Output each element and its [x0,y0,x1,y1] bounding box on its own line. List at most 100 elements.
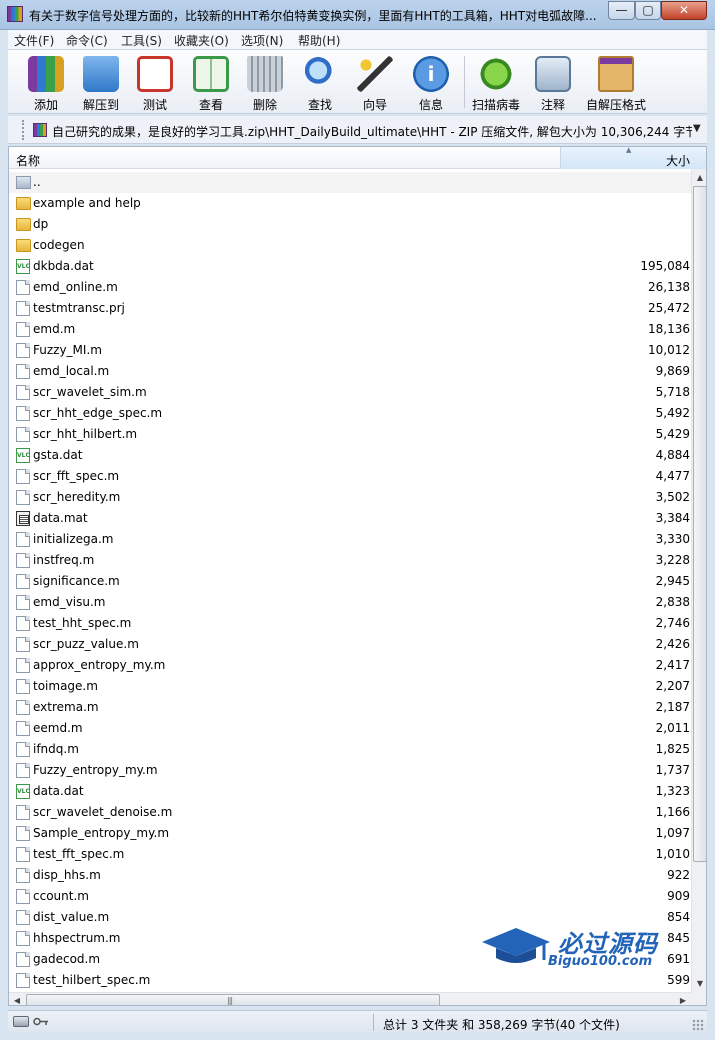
file-icon [16,364,30,379]
sfx-button[interactable]: 自解压格式 [586,54,646,112]
menu-options[interactable]: 选项(N) [241,32,283,49]
menu-help[interactable]: 帮助(H) [298,32,340,49]
file-row[interactable]: emd.m 18,136 [9,319,691,340]
file-name: testmtransc.prj [33,301,125,315]
file-size: 1,010 [655,847,690,861]
file-row[interactable]: test_fft_spec.m 1,010 [9,844,691,865]
file-row[interactable]: initializega.m 3,330 [9,529,691,550]
test-button[interactable]: 测试 [130,54,180,112]
folder-row[interactable]: codegen [9,235,691,256]
file-row[interactable]: VLC data.dat 1,323 [9,781,691,802]
winrar-app-icon[interactable] [7,6,23,22]
column-size-header[interactable]: 大小 ▲ [560,147,706,169]
parent-dir-row[interactable]: .. [9,172,691,193]
scroll-right-icon[interactable]: ▶ [675,993,691,1005]
folder-icon [16,239,31,252]
folder-row[interactable]: dp [9,214,691,235]
file-row[interactable]: VLC dkbda.dat 195,084 [9,256,691,277]
file-row[interactable]: Fuzzy_entropy_my.m 1,737 [9,760,691,781]
file-name: example and help [33,196,141,210]
drive-icon[interactable] [13,1016,29,1027]
menu-file[interactable]: 文件(F) [14,32,54,49]
minimize-button[interactable]: — [608,1,635,20]
file-name: emd_online.m [33,280,118,294]
column-name-header[interactable]: 名称 [16,152,40,169]
file-row[interactable]: extrema.m 2,187 [9,697,691,718]
address-grip[interactable] [22,120,25,140]
add-button[interactable]: 添加 [21,54,71,112]
file-size: 9,869 [655,364,690,378]
file-row[interactable]: scr_hht_hilbert.m 5,429 [9,424,691,445]
file-row[interactable]: emd_visu.m 2,838 [9,592,691,613]
file-icon [16,658,30,673]
scroll-up-icon[interactable]: ▲ [692,169,706,186]
folder-row[interactable]: example and help [9,193,691,214]
scan-virus-button[interactable]: 扫描病毒 [471,54,521,112]
file-row[interactable]: scr_wavelet_denoise.m 1,166 [9,802,691,823]
vertical-scroll-thumb[interactable] [693,186,706,862]
file-row[interactable]: scr_wavelet_sim.m 5,718 [9,382,691,403]
file-row[interactable]: eemd.m 2,011 [9,718,691,739]
file-row[interactable]: ifndq.m 1,825 [9,739,691,760]
file-row[interactable]: approx_entropy_my.m 2,417 [9,655,691,676]
media-file-icon: VLC [16,784,30,799]
find-button[interactable]: 查找 [295,54,345,112]
horizontal-scrollbar[interactable]: ◀ ||| ▶ [9,992,691,1005]
file-row[interactable]: Sample_entropy_my.m 1,097 [9,823,691,844]
file-row[interactable]: scr_hht_edge_spec.m 5,492 [9,403,691,424]
close-button[interactable]: ✕ [661,1,707,20]
file-name: ifndq.m [33,742,79,756]
resize-grip-icon[interactable] [692,1019,704,1031]
file-row[interactable]: scr_fft_spec.m 4,477 [9,466,691,487]
graduation-cap-icon [482,928,550,963]
trash-icon [247,56,283,92]
file-icon [16,805,30,820]
menu-favorites[interactable]: 收藏夹(O) [174,32,229,49]
file-row[interactable]: test_hht_spec.m 2,746 [9,613,691,634]
extract-to-button[interactable]: 解压到 [76,54,126,112]
file-name: data.dat [33,784,84,798]
file-row[interactable]: Fuzzy_MI.m 10,012 [9,340,691,361]
delete-button[interactable]: 删除 [240,54,290,112]
file-row[interactable]: data.mat 3,384 [9,508,691,529]
comment-label: 注释 [540,98,565,112]
file-row[interactable]: toimage.m 2,207 [9,676,691,697]
media-file-icon: VLC [16,259,30,274]
file-row[interactable]: instfreq.m 3,228 [9,550,691,571]
scroll-down-icon[interactable]: ▼ [692,975,706,992]
maximize-button[interactable]: ▢ [635,1,661,20]
file-row[interactable]: disp_hhs.m 922 [9,865,691,886]
comment-button[interactable]: 注释 [528,54,578,112]
horizontal-scroll-thumb[interactable]: ||| [26,994,440,1005]
file-icon [16,826,30,841]
wizard-button[interactable]: 向导 [350,54,400,112]
view-button[interactable]: 查看 [186,54,236,112]
file-row[interactable]: VLC gsta.dat 4,884 [9,445,691,466]
chevron-down-icon[interactable]: ▼ [693,123,701,134]
file-row[interactable]: scr_puzz_value.m 2,426 [9,634,691,655]
status-separator [373,1014,374,1031]
file-name: scr_heredity.m [33,490,121,504]
menu-command[interactable]: 命令(C) [66,32,108,49]
address-path[interactable]: 自己研究的成果，是良好的学习工具.zip\HHT_DailyBuild_ulti… [52,123,692,140]
file-name: emd_visu.m [33,595,106,609]
file-row[interactable]: testmtransc.prj 25,472 [9,298,691,319]
scroll-left-icon[interactable]: ◀ [9,993,25,1005]
file-row[interactable]: ccount.m 909 [9,886,691,907]
toolbar: 添加 解压到 测试 查看 删除 查找 向导 i 信息 扫描病毒 注释 自解压格式 [8,50,707,114]
info-button[interactable]: i 信息 [406,54,456,112]
column-size-label: 大小 [665,154,690,168]
watermark-url: Biguo100.com [548,954,653,969]
search-icon [302,56,338,92]
title-bar[interactable]: 有关于数字信号处理方面的，比较新的HHT希尔伯特黄变换实例，里面有HHT的工具箱… [0,0,715,30]
file-row[interactable]: emd_local.m 9,869 [9,361,691,382]
key-icon[interactable] [33,1016,49,1027]
sfx-box-icon [598,56,634,92]
file-row[interactable]: significance.m 2,945 [9,571,691,592]
vertical-scrollbar[interactable]: ▲ ▼ [691,169,706,992]
file-icon [16,910,30,925]
file-row[interactable]: emd_online.m 26,138 [9,277,691,298]
file-name: scr_hht_hilbert.m [33,427,138,441]
file-row[interactable]: scr_heredity.m 3,502 [9,487,691,508]
menu-tools[interactable]: 工具(S) [121,32,162,49]
